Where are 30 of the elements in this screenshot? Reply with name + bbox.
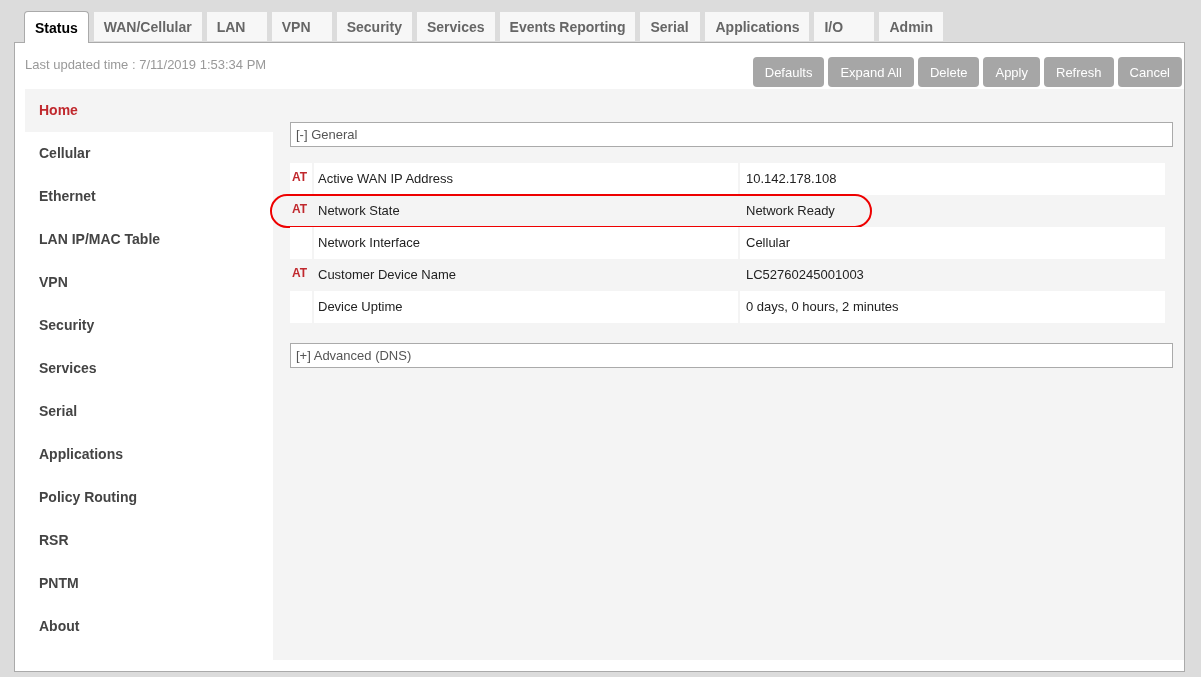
section-header[interactable]: [+] Advanced (DNS)	[290, 343, 1173, 368]
sidebar-item[interactable]: Security	[25, 304, 273, 347]
last-updated-text: Last updated time : 7/11/2019 1:53:34 PM	[25, 57, 267, 74]
tab[interactable]: LAN	[206, 12, 267, 41]
sidebar-item[interactable]: Applications	[25, 433, 273, 476]
sidebar-item[interactable]: RSR	[25, 519, 273, 562]
tab[interactable]: Services	[416, 12, 495, 41]
sidebar-item[interactable]: Policy Routing	[25, 476, 273, 519]
at-label: AT	[292, 170, 308, 184]
tab[interactable]: I/O	[814, 12, 875, 41]
sidebar-item[interactable]: Cellular	[25, 132, 273, 175]
at-label: AT	[292, 266, 308, 280]
sidebar-item[interactable]: Services	[25, 347, 273, 390]
tab[interactable]: WAN/Cellular	[93, 12, 202, 41]
sidebar-item[interactable]: VPN	[25, 261, 273, 304]
sidebar-item[interactable]: LAN IP/MAC Table	[25, 218, 273, 261]
sidebar-item[interactable]: About	[25, 605, 273, 648]
section-header[interactable]: [-] General	[290, 122, 1173, 147]
sidebar-item[interactable]: Ethernet	[25, 175, 273, 218]
tab[interactable]: Serial	[640, 12, 701, 41]
tab[interactable]: Status	[24, 11, 89, 43]
tab[interactable]: VPN	[271, 12, 332, 41]
tab[interactable]: Events Reporting	[499, 12, 636, 41]
sidebar-item[interactable]: Serial	[25, 390, 273, 433]
sidebar-item[interactable]: Home	[25, 89, 273, 132]
tab[interactable]: Applications	[705, 12, 810, 41]
sidebar-item[interactable]: PNTM	[25, 562, 273, 605]
tab[interactable]: Admin	[879, 12, 944, 41]
at-label: AT	[292, 202, 308, 216]
tab[interactable]: Security	[336, 12, 412, 41]
